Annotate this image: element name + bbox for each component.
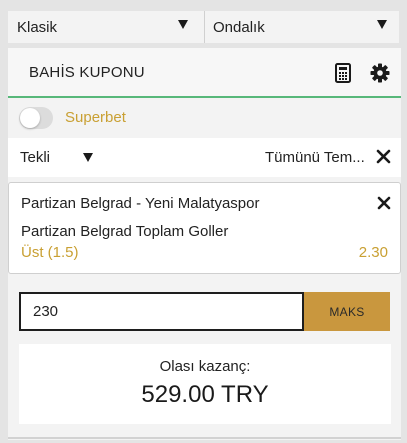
remove-bet-icon[interactable] bbox=[377, 196, 391, 210]
chevron-down-icon bbox=[377, 20, 387, 29]
potential-win-amount: 529.00 TRY bbox=[141, 381, 269, 408]
divider bbox=[8, 437, 401, 439]
gear-icon[interactable] bbox=[370, 63, 390, 83]
bet-type-select[interactable]: Tekli bbox=[20, 149, 50, 166]
superbet-row: Superbet bbox=[8, 98, 401, 138]
odds-display-value: Ondalık bbox=[213, 18, 265, 36]
superbet-label: Superbet bbox=[65, 109, 126, 126]
close-icon[interactable] bbox=[376, 149, 391, 164]
max-stake-button[interactable]: MAKS bbox=[304, 292, 390, 331]
odds-type-value: Klasik bbox=[17, 18, 58, 36]
bet-slip-title: BAHİS KUPONU bbox=[29, 64, 145, 81]
bet-slip-header: BAHİS KUPONU bbox=[8, 48, 401, 98]
stake-input[interactable] bbox=[19, 292, 304, 331]
superbet-toggle[interactable] bbox=[19, 107, 53, 129]
calculator-icon[interactable] bbox=[335, 63, 351, 83]
toggle-knob bbox=[20, 108, 40, 128]
odds-type-select[interactable]: Klasik bbox=[8, 11, 204, 43]
chevron-down-icon bbox=[178, 20, 188, 29]
clear-all-link[interactable]: Tümünü Tem... bbox=[265, 149, 365, 166]
odds-format-bar: Klasik Ondalık bbox=[8, 11, 399, 43]
bet-selection-card: Partizan Belgrad - Yeni Malatyaspor Part… bbox=[8, 182, 401, 274]
chevron-down-icon[interactable] bbox=[83, 153, 93, 162]
match-name: Partizan Belgrad - Yeni Malatyaspor bbox=[21, 195, 260, 212]
potential-win-box: Olası kazanç: 529.00 TRY bbox=[19, 344, 391, 424]
selection-odds: 2.30 bbox=[358, 244, 388, 261]
market-name: Partizan Belgrad Toplam Goller bbox=[21, 223, 229, 240]
selection-name: Üst (1.5) bbox=[21, 244, 79, 261]
bet-slip-panel: BAHİS KUPONU Superbet Tekli Tümünü Tem..… bbox=[8, 48, 401, 440]
bet-type-row: Tekli Tümünü Tem... bbox=[8, 138, 401, 177]
odds-display-select[interactable]: Ondalık bbox=[204, 11, 399, 43]
potential-win-label: Olası kazanç: bbox=[159, 358, 251, 375]
